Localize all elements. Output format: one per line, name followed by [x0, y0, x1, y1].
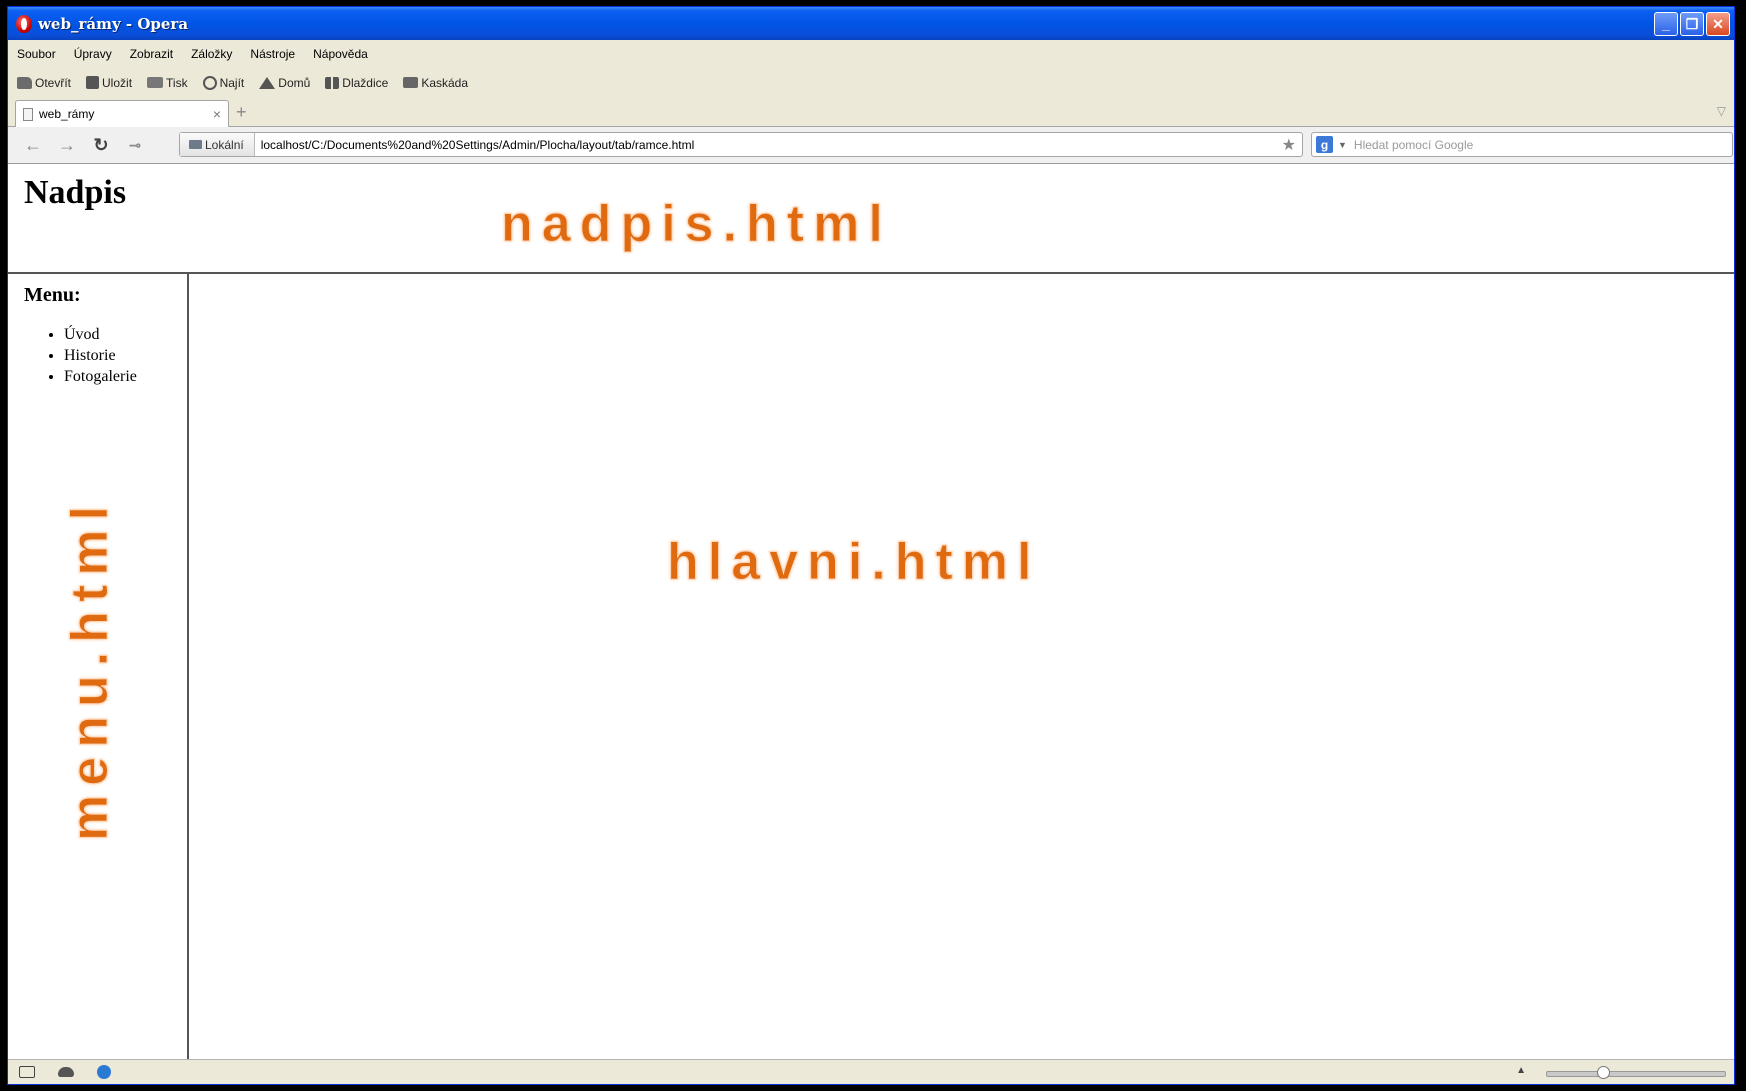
home-button[interactable]: Domů: [259, 76, 310, 90]
menu-heading: Menu:: [24, 284, 81, 306]
tile-button[interactable]: Dlaždice: [325, 76, 388, 90]
close-button[interactable]: ✕: [1706, 12, 1730, 36]
unite-cloud-icon[interactable]: [58, 1067, 74, 1077]
tab-web-ramy[interactable]: web_rámy ×: [15, 100, 229, 127]
menu-list: Úvod Historie Fotogalerie: [24, 324, 137, 387]
home-icon: [259, 76, 276, 89]
find-label: Najít: [219, 75, 245, 90]
cascade-label: Kaskáda: [421, 75, 469, 90]
page-content: Nadpis nadpis.html Menu: Úvod Historie F…: [8, 164, 1734, 1059]
header-frame: Nadpis nadpis.html: [8, 164, 1734, 274]
tile-icon: [325, 76, 340, 89]
new-tab-icon[interactable]: +: [236, 103, 247, 121]
wand-icon[interactable]: ⊸: [118, 137, 152, 154]
menu-item-fotogalerie[interactable]: Fotogalerie: [64, 366, 137, 387]
window-controls: _ ❐ ✕: [1654, 12, 1730, 36]
main-frame-watermark: hlavni.html: [666, 533, 1041, 592]
search-input[interactable]: [1353, 137, 1732, 152]
menu-bar: Soubor Úpravy Zobrazit Záložky Nástroje …: [8, 40, 1734, 67]
home-label: Domů: [278, 75, 311, 90]
minimize-button[interactable]: _: [1654, 12, 1678, 36]
magnifier-icon: [202, 75, 217, 90]
menu-nastroje[interactable]: Nástroje: [250, 47, 295, 61]
status-bar: ▲: [8, 1059, 1734, 1084]
search-engine-dropdown-icon[interactable]: ▼: [1338, 140, 1347, 150]
open-label: Otevřít: [35, 75, 72, 90]
reload-icon[interactable]: ↻: [84, 135, 118, 156]
save-button[interactable]: Uložit: [86, 76, 132, 90]
tab-bar: web_rámy × + ▽: [8, 98, 1734, 127]
print-button[interactable]: Tisk: [147, 76, 188, 90]
page-icon: [23, 107, 33, 121]
site-badge-label: Lokální: [205, 137, 244, 152]
title-bar[interactable]: web_rámy - Opera _ ❐ ✕: [8, 7, 1734, 40]
header-frame-watermark: nadpis.html: [501, 195, 892, 254]
save-label: Uložit: [102, 75, 133, 90]
tab-label: web_rámy: [39, 107, 95, 121]
menu-napoveda[interactable]: Nápověda: [313, 47, 368, 61]
browser-window: web_rámy - Opera _ ❐ ✕ Soubor Úpravy Zob…: [7, 6, 1735, 1085]
menu-zalozky[interactable]: Záložky: [191, 47, 232, 61]
folder-icon: [17, 76, 32, 89]
page-heading: Nadpis: [24, 174, 127, 211]
menu-zobrazit[interactable]: Zobrazit: [130, 47, 173, 61]
tab-close-icon[interactable]: ×: [213, 106, 221, 122]
google-icon[interactable]: g: [1316, 136, 1333, 153]
main-frame: hlavni.html: [189, 274, 1734, 1059]
url-text[interactable]: localhost/C:/Documents%20and%20Settings/…: [255, 138, 1282, 152]
site-badge[interactable]: Lokální: [180, 133, 255, 156]
menu-item-historie[interactable]: Historie: [64, 345, 137, 366]
forward-icon[interactable]: →: [50, 135, 84, 156]
back-icon[interactable]: ←: [16, 135, 50, 156]
turbo-icon[interactable]: [97, 1065, 111, 1079]
print-label: Tisk: [166, 75, 188, 90]
monitor-icon: [189, 140, 202, 149]
menu-soubor[interactable]: Soubor: [17, 47, 56, 61]
window-title: web_rámy - Opera: [38, 14, 189, 33]
print-icon: [147, 77, 164, 88]
toolbar: Otevřít Uložit Tisk Najít Domů Dlaždice …: [8, 67, 1734, 98]
menu-frame-watermark: menu.html: [61, 497, 120, 842]
open-button[interactable]: Otevřít: [17, 76, 71, 90]
find-button[interactable]: Najít: [202, 75, 245, 90]
up-arrow-icon[interactable]: ▲: [1516, 1065, 1526, 1076]
url-field[interactable]: Lokální localhost/C:/Documents%20and%20S…: [179, 132, 1303, 157]
bookmark-star-icon[interactable]: ★: [1282, 135, 1296, 155]
address-bar: ← → ↻ ⊸ Lokální localhost/C:/Documents%2…: [8, 127, 1734, 164]
cascade-icon: [403, 77, 419, 88]
search-field[interactable]: g ▼: [1311, 132, 1733, 157]
restore-button[interactable]: ❐: [1680, 12, 1704, 36]
opera-logo-icon: [16, 14, 32, 33]
cascade-button[interactable]: Kaskáda: [403, 76, 468, 90]
save-icon: [86, 76, 100, 89]
panel-toggle-icon[interactable]: [19, 1066, 35, 1078]
zoom-slider[interactable]: [1546, 1066, 1726, 1079]
tab-menu-icon[interactable]: ▽: [1717, 104, 1726, 118]
zoom-slider-thumb[interactable]: [1597, 1066, 1610, 1079]
tile-label: Dlaždice: [342, 75, 389, 90]
menu-upravy[interactable]: Úpravy: [74, 47, 112, 61]
menu-item-uvod[interactable]: Úvod: [64, 324, 137, 345]
menu-frame: Menu: Úvod Historie Fotogalerie menu.htm…: [8, 274, 189, 1059]
